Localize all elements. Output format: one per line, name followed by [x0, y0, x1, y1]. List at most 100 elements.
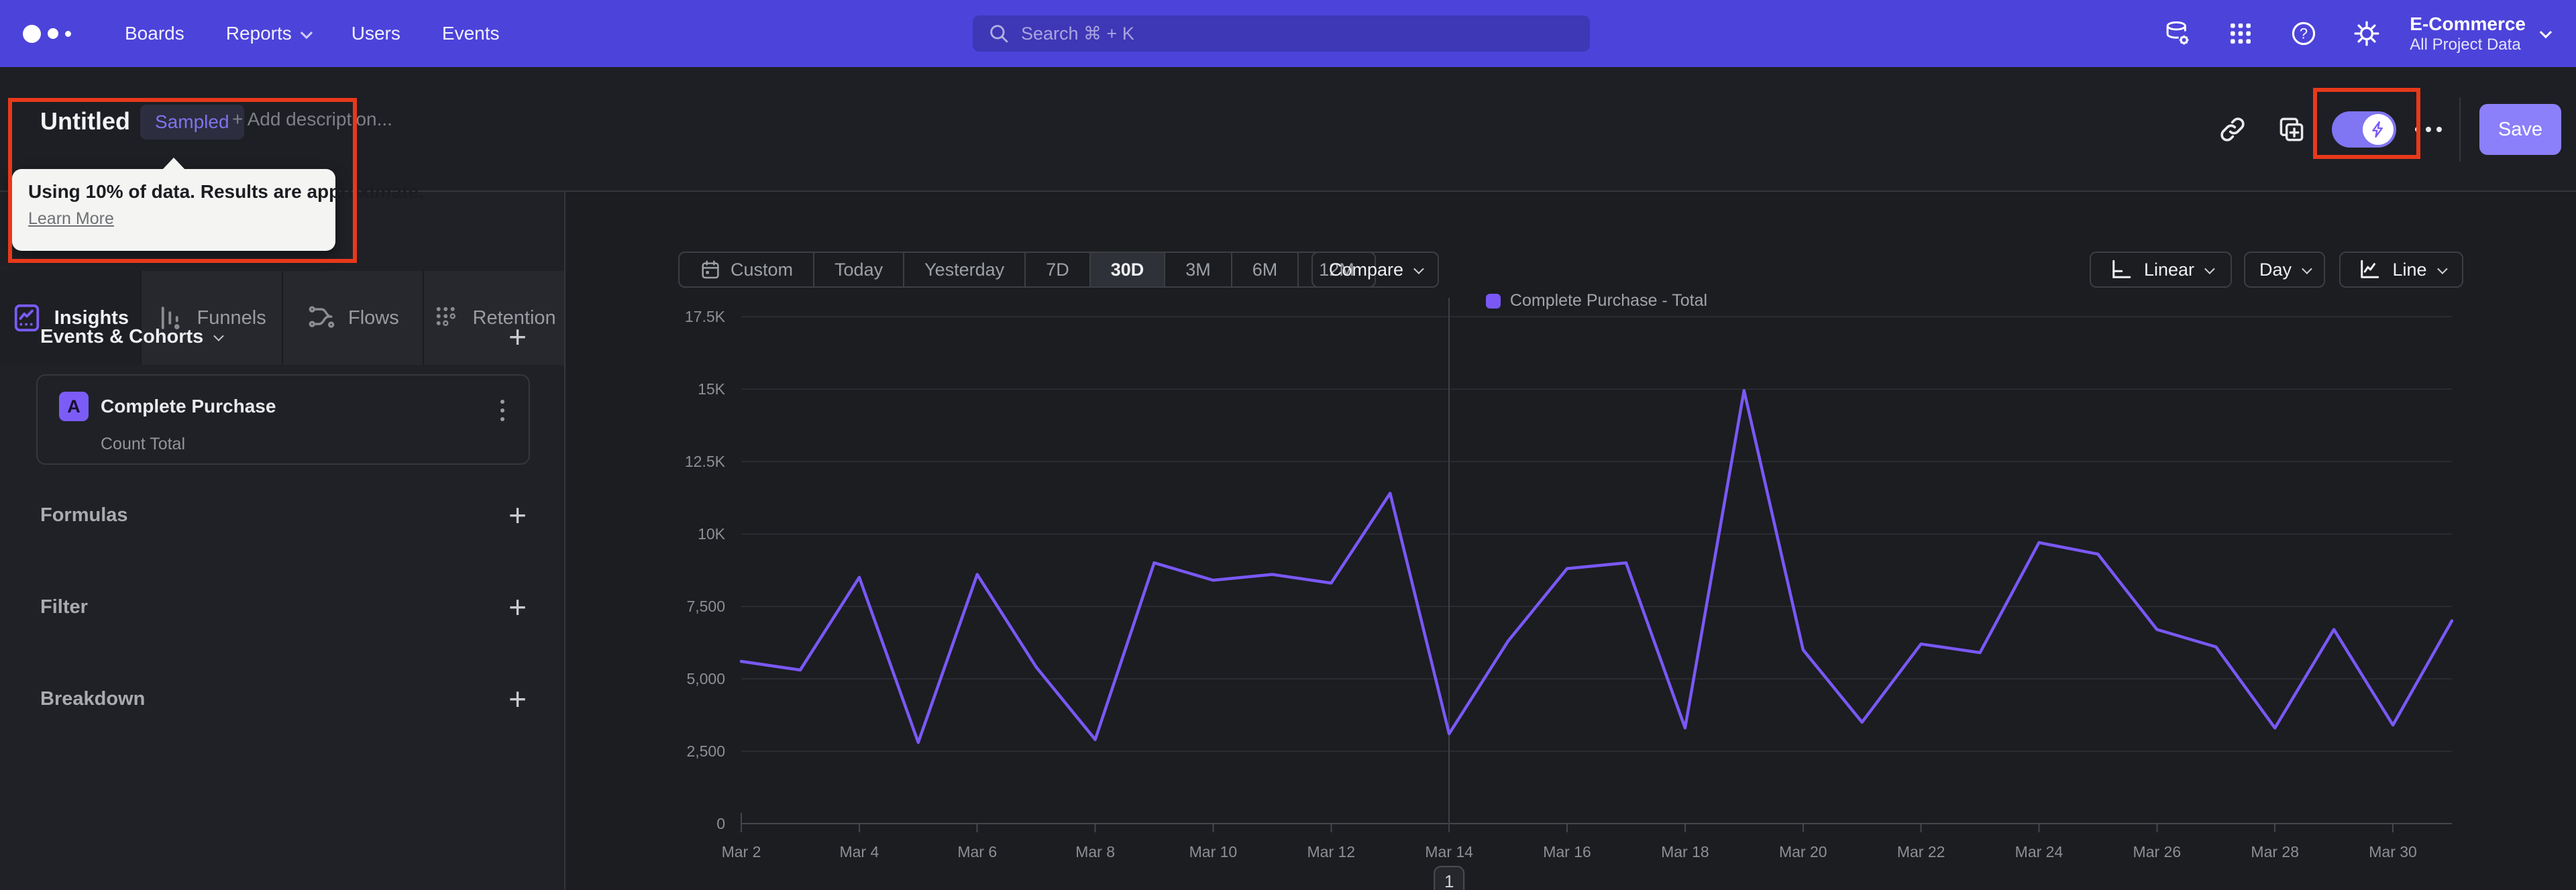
chevron-down-icon	[2302, 263, 2312, 274]
range-3m[interactable]: 3M	[1164, 253, 1231, 286]
nav-item-users[interactable]: Users	[352, 23, 400, 44]
search-input[interactable]: Search ⌘ + K	[973, 15, 1590, 52]
report-header: Untitled Sampled + Add description... Sa…	[0, 67, 2576, 192]
scale-selector[interactable]: Linear	[2090, 252, 2232, 288]
x-tick-label: Mar 28	[2251, 843, 2299, 860]
event-metric[interactable]: Count Total	[101, 435, 185, 454]
y-tick-label: 10K	[698, 525, 726, 543]
chevron-down-icon	[300, 26, 313, 39]
events-cohorts-header[interactable]: Events & Cohorts	[40, 326, 225, 348]
y-tick-label: 12.5K	[685, 453, 726, 470]
nav-item-boards[interactable]: Boards	[125, 23, 184, 44]
y-tick-label: 17.5K	[685, 308, 726, 325]
x-tick-label: Mar 16	[1543, 843, 1591, 860]
tab-retention[interactable]: Retention	[423, 271, 564, 365]
line-chart: 0 2,500 5,000 7,500 10K 12.5K 15K 17.5K Mar 2 Mar…	[685, 298, 2454, 890]
nav-item-reports[interactable]: Reports	[226, 23, 313, 44]
chevron-down-icon	[1413, 263, 1424, 274]
range-today[interactable]: Today	[813, 253, 903, 286]
chevron-down-icon	[213, 330, 225, 341]
learn-more-link[interactable]: Learn More	[28, 209, 114, 229]
lightning-icon	[2363, 114, 2394, 145]
chevron-down-icon	[2204, 263, 2215, 274]
add-description[interactable]: + Add description...	[232, 109, 392, 130]
breakdown-row: Breakdown +	[40, 683, 527, 714]
sampled-badge[interactable]: Sampled	[140, 105, 244, 140]
project-name: E-Commerce	[2410, 13, 2526, 35]
interval-selector[interactable]: Day	[2244, 252, 2325, 288]
range-7d[interactable]: 7D	[1024, 253, 1089, 286]
apps-grid-icon[interactable]	[2220, 13, 2261, 54]
x-tick-label: Mar 14	[1425, 843, 1473, 860]
add-event-button[interactable]: +	[508, 321, 527, 352]
tooltip-arrow	[162, 158, 185, 170]
mixpanel-app: Boards Reports Users Events Search ⌘ + K…	[0, 0, 2576, 890]
duplicate-icon[interactable]	[2273, 111, 2310, 148]
top-nav: Boards Reports Users Events Search ⌘ + K…	[0, 0, 2576, 67]
breakdown-label: Breakdown	[40, 687, 146, 710]
x-tick-label: Mar 22	[1897, 843, 1945, 860]
event-card[interactable]: A Complete Purchase Count Total	[36, 374, 530, 465]
add-formula-button[interactable]: +	[508, 500, 527, 531]
query-sidebar: Insights Funnels Flows Retention Events …	[0, 192, 566, 890]
search-icon	[987, 22, 1010, 45]
x-tick-label: Mar 12	[1307, 843, 1356, 860]
events-cohorts-header-row: Events & Cohorts +	[40, 321, 527, 352]
save-button[interactable]: Save	[2479, 104, 2561, 155]
sampling-tooltip: Using 10% of data. Results are approxima…	[12, 158, 424, 251]
x-tick-label: Mar 24	[2015, 843, 2063, 860]
date-range-control: Custom Today Yesterday 7D 30D 3M 6M 12M	[678, 252, 1376, 288]
chart-type-selector[interactable]: Line	[2339, 252, 2463, 288]
mixpanel-logo-icon[interactable]	[23, 24, 83, 43]
y-tick-label: 7,500	[686, 598, 725, 615]
x-tick-label: Mar 6	[957, 843, 997, 860]
nav-right-cluster: ? E-Commerce All Project Data	[2157, 0, 2576, 67]
x-tick-label: Mar 18	[1661, 843, 1709, 860]
formulas-row: Formulas +	[40, 500, 527, 531]
tab-funnels[interactable]: Funnels	[140, 271, 282, 365]
x-tick-label: Mar 8	[1075, 843, 1115, 860]
calendar-icon	[700, 259, 721, 280]
x-tick-label: Mar 10	[1189, 843, 1238, 860]
range-6m[interactable]: 6M	[1230, 253, 1298, 286]
help-icon[interactable]: ?	[2284, 13, 2324, 54]
sampling-toggle[interactable]	[2332, 111, 2396, 148]
report-title[interactable]: Untitled	[40, 107, 130, 135]
event-options-icon[interactable]	[498, 397, 507, 424]
data-management-icon[interactable]	[2157, 13, 2198, 54]
svg-text:?: ?	[2300, 25, 2308, 42]
copy-link-icon[interactable]	[2214, 111, 2251, 148]
event-name: Complete Purchase	[101, 396, 276, 416]
add-filter-button[interactable]: +	[508, 592, 527, 622]
chevron-down-icon	[2539, 26, 2553, 39]
settings-gear-icon[interactable]	[2347, 13, 2387, 54]
search-placeholder: Search ⌘ + K	[1021, 23, 1134, 44]
report-type-tabs: Insights Funnels Flows Retention	[0, 271, 564, 365]
tab-insights[interactable]: Insights	[0, 271, 140, 365]
y-tick-label: 5,000	[686, 670, 725, 687]
range-30d[interactable]: 30D	[1089, 253, 1165, 286]
divider	[2459, 97, 2461, 162]
x-tick-label: Mar 30	[2369, 843, 2417, 860]
report-actions: Save	[2214, 67, 2576, 192]
svg-text:1: 1	[1444, 871, 1454, 890]
event-letter-badge: A	[59, 392, 89, 421]
tab-flows[interactable]: Flows	[281, 271, 423, 365]
range-custom[interactable]: Custom	[680, 253, 813, 286]
project-scope: All Project Data	[2410, 36, 2521, 54]
chart-annotation-marker[interactable]: 1	[1434, 866, 1465, 890]
filter-label: Filter	[40, 596, 88, 618]
add-breakdown-button[interactable]: +	[508, 683, 527, 714]
chevron-down-icon	[2436, 263, 2448, 274]
nav-item-events[interactable]: Events	[442, 23, 500, 44]
linear-axis-icon	[2109, 258, 2133, 282]
more-options-icon[interactable]	[2415, 127, 2442, 132]
y-tick-label: 15K	[698, 380, 726, 398]
formulas-label: Formulas	[40, 504, 128, 526]
chart-panel: Custom Today Yesterday 7D 30D 3M 6M 12M Compare…	[567, 192, 2576, 890]
compare-button[interactable]: Compare	[1311, 252, 1439, 288]
x-tick-label: Mar 20	[1779, 843, 1827, 860]
x-tick-label: Mar 4	[839, 843, 879, 860]
range-yesterday[interactable]: Yesterday	[903, 253, 1024, 286]
project-switcher[interactable]: E-Commerce All Project Data	[2410, 12, 2553, 55]
